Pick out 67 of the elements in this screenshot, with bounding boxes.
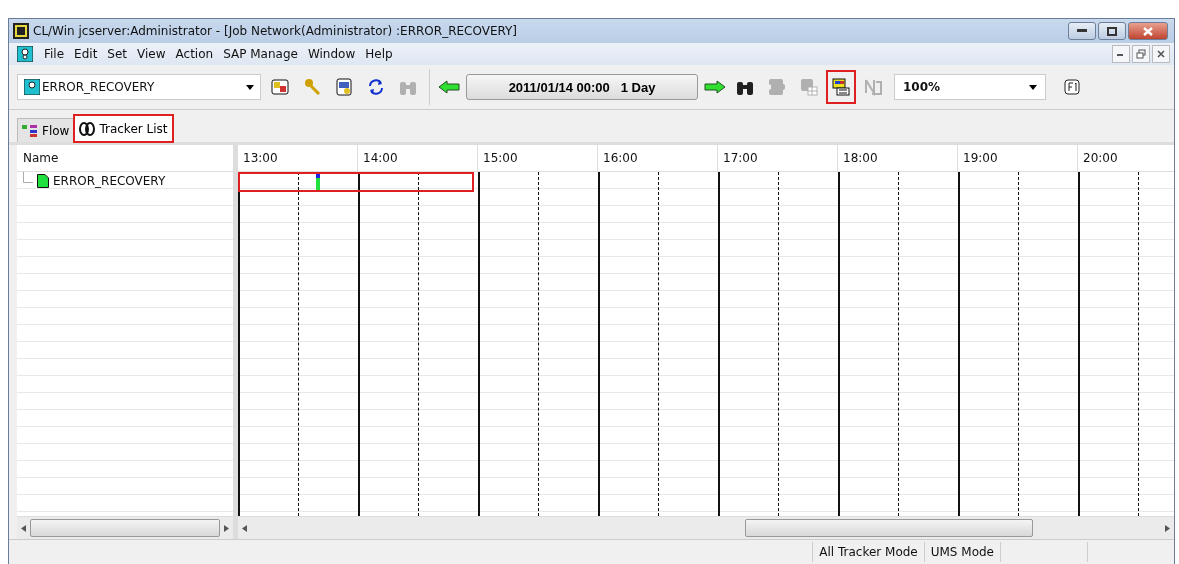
caret-icon — [1029, 84, 1037, 90]
date-range-button[interactable]: 2011/01/14 00:00 1 Day — [466, 74, 698, 100]
scroll-thumb[interactable] — [745, 519, 1033, 537]
status-text: UMS Mode — [923, 542, 1000, 562]
scroll-right-icon[interactable] — [224, 524, 229, 532]
minimize-button[interactable] — [1068, 22, 1096, 40]
menu-item[interactable]: File — [39, 47, 70, 61]
maximize-icon — [1107, 26, 1117, 36]
app-logo-icon — [13, 23, 29, 39]
network-dropdown[interactable]: ERROR_RECOVERY — [17, 74, 261, 100]
document-icon — [335, 78, 353, 96]
caret-icon — [246, 84, 254, 90]
menu-item[interactable]: Help — [360, 47, 398, 61]
close-button[interactable] — [1128, 22, 1168, 40]
key-icon — [303, 78, 321, 96]
job-name: ERROR_RECOVERY — [53, 173, 166, 188]
tree-item[interactable]: ERROR_RECOVERY — [17, 172, 233, 189]
hour-label: 13:00 — [238, 145, 358, 171]
menu-item[interactable]: View — [132, 47, 171, 61]
restore-icon — [1136, 49, 1146, 59]
toolbar-button[interactable] — [828, 72, 854, 102]
zoom-dropdown[interactable]: 100% — [894, 74, 1046, 100]
previous-arrow-button[interactable] — [438, 80, 460, 94]
close-button[interactable] — [1152, 45, 1170, 63]
job-file-icon — [37, 173, 49, 188]
close-icon — [1157, 50, 1165, 58]
hour-label: 16:00 — [598, 145, 718, 171]
view-tab[interactable]: Tracker List — [74, 115, 173, 142]
binoculars-icon — [79, 122, 96, 136]
table-icon — [800, 78, 818, 96]
hour-label: 18:00 — [838, 145, 958, 171]
hour-label: 14:00 — [358, 145, 478, 171]
scroll-thumb[interactable] — [30, 519, 220, 537]
horizontal-scrollbar[interactable] — [238, 516, 1174, 539]
next-arrow-button[interactable] — [704, 80, 726, 94]
restore-button[interactable] — [1132, 45, 1150, 63]
refresh-icon — [367, 78, 385, 96]
minimize-icon — [1117, 52, 1125, 56]
minimize-button[interactable] — [1112, 45, 1130, 63]
network-icon — [864, 78, 882, 96]
stack-icon — [768, 78, 786, 96]
minimize-icon — [1077, 29, 1087, 33]
tracker-bar — [316, 174, 320, 190]
hour-label: 17:00 — [718, 145, 838, 171]
status-text: All Tracker Mode — [812, 542, 924, 562]
view-tab[interactable]: Flow — [17, 118, 75, 142]
hour-label: 15:00 — [478, 145, 598, 171]
hour-label: 20:00 — [1078, 145, 1174, 171]
menu-item[interactable]: SAP Manage — [218, 47, 303, 61]
document-icon[interactable] — [17, 46, 33, 62]
help-key-icon[interactable] — [1064, 79, 1080, 95]
window-title: CL/Win jcserver:Administrator - [Job Network(Administrator) :ERROR_RECOVERY] — [33, 24, 519, 38]
menu-item[interactable]: Edit — [69, 47, 103, 61]
menu-item[interactable]: Set — [102, 47, 133, 61]
menu-item[interactable]: Window — [302, 47, 361, 61]
monitor-icon — [271, 78, 289, 96]
horizontal-scrollbar[interactable] — [17, 516, 233, 539]
scroll-left-icon[interactable] — [242, 524, 247, 532]
flowchart-icon — [22, 124, 38, 137]
scroll-left-icon[interactable] — [21, 524, 26, 532]
maximize-button[interactable] — [1098, 22, 1126, 40]
network-icon — [24, 79, 40, 95]
scroll-right-icon[interactable] — [1165, 524, 1170, 532]
menu-item[interactable]: Action — [170, 47, 219, 61]
close-icon — [1143, 26, 1153, 36]
swap-view-icon — [832, 78, 850, 96]
hour-label: 19:00 — [958, 145, 1078, 171]
